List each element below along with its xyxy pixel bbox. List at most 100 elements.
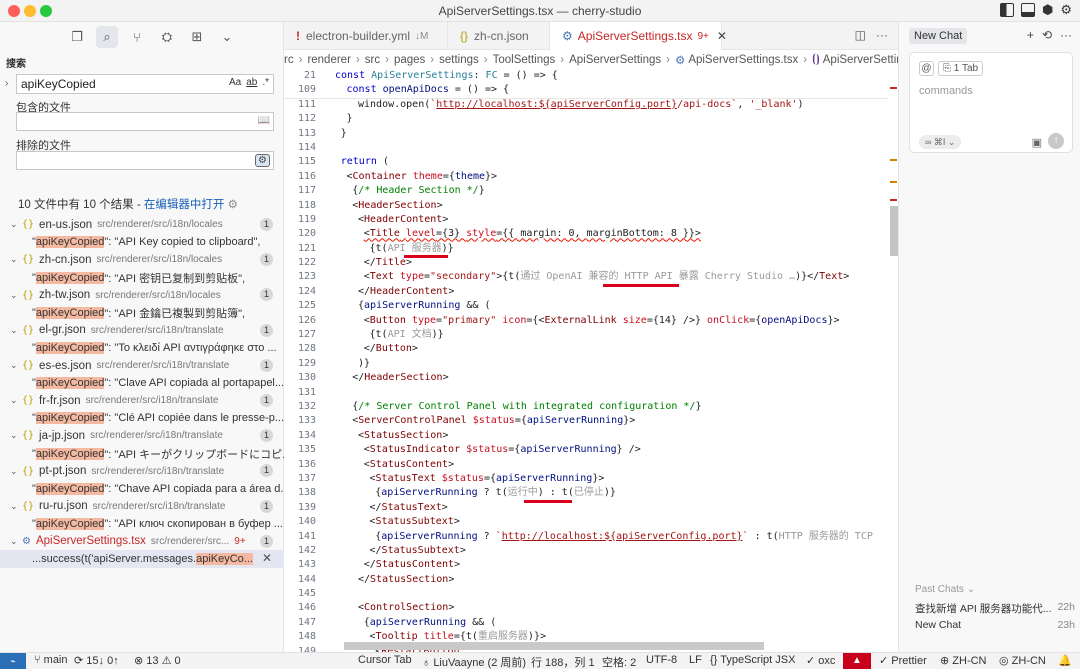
result-match-row[interactable]: " apiKeyCopied ": "API 密钥已复制到剪贴板", bbox=[0, 269, 284, 287]
code-line[interactable]: 146 <ControlSection> bbox=[284, 601, 888, 615]
toggle-panel-icon[interactable] bbox=[1020, 3, 1035, 17]
code-line[interactable]: 141 {apiServerRunning ? `http://localhost… bbox=[284, 530, 888, 544]
open-in-editor-link[interactable]: 在编辑器中打开 bbox=[144, 199, 225, 211]
notifications-bell-icon[interactable]: 🔔 bbox=[1058, 654, 1072, 667]
language-mode[interactable]: {} TypeScript JSX bbox=[710, 654, 795, 666]
code-line[interactable]: 122 </Title> bbox=[284, 256, 888, 270]
debug-icon[interactable]: ⛭ bbox=[156, 26, 178, 48]
explorer-icon[interactable]: ❐ bbox=[66, 26, 88, 48]
problems-status[interactable]: ⊗ 13 ⚠ 0 bbox=[134, 654, 181, 667]
code-line[interactable]: 119 <HeaderContent> bbox=[284, 213, 888, 227]
context-tab-chip[interactable]: ⎘ 1 Tab bbox=[938, 61, 984, 76]
result-match-row[interactable]: " apiKeyCopied ": "Clé API copiée dans le … bbox=[0, 410, 284, 428]
toggle-replace-chevron-icon[interactable]: › bbox=[5, 78, 8, 89]
locale-status-2[interactable]: ◎ ZH-CN bbox=[999, 654, 1046, 667]
summary-settings-icon[interactable]: ⚙ bbox=[228, 199, 238, 211]
code-line[interactable]: 136 <StatusContent> bbox=[284, 458, 888, 472]
settings-gear-icon[interactable]: ⚙ bbox=[1060, 3, 1072, 17]
breadcrumb-segment[interactable]: ApiServerSettings bbox=[823, 54, 898, 66]
code-line[interactable]: 111 window.open(`http://localhost:${apiSe… bbox=[284, 98, 888, 112]
code-line[interactable]: 142 </StatusSubtext> bbox=[284, 544, 888, 558]
chevron-down-icon[interactable]: ⌄ bbox=[10, 325, 22, 336]
breadcrumb-segment[interactable]: ApiServerSettings bbox=[569, 54, 661, 66]
code-line[interactable]: 137 <StatusText $status={apiServerRunning… bbox=[284, 472, 888, 486]
prettier-status[interactable]: ✓ Prettier bbox=[879, 654, 927, 667]
history-icon[interactable]: ⟲ bbox=[1042, 28, 1052, 42]
result-file-row[interactable]: ⌄{} en-us.json src/renderer/src/i18n/local… bbox=[0, 216, 284, 234]
code-line[interactable]: 129)} bbox=[284, 357, 888, 371]
search-icon[interactable]: ⌕ bbox=[96, 26, 118, 48]
code-line[interactable]: 118 <HeaderSection> bbox=[284, 199, 888, 213]
result-match-row[interactable]: " apiKeyCopied ": "API Key copied to clipb… bbox=[0, 234, 284, 252]
source-control-icon[interactable]: ⑂ bbox=[126, 26, 148, 48]
vertical-scrollbar-thumb[interactable] bbox=[890, 206, 898, 256]
breadcrumb-segment[interactable]: src bbox=[365, 54, 380, 66]
code-line[interactable]: 133 <ServerControlPanel $status={apiServe… bbox=[284, 414, 888, 428]
code-line[interactable]: 121 {t(API 服务器)} bbox=[284, 242, 888, 256]
indentation-status[interactable]: 空格: 2 bbox=[602, 654, 636, 669]
open-editors-only-icon[interactable]: 📖 bbox=[258, 115, 270, 126]
code-line[interactable]: 128 </Button> bbox=[284, 342, 888, 356]
code-line[interactable]: 113} bbox=[284, 127, 888, 141]
code-line[interactable]: 21 const ApiServerSettings: FC = () => { bbox=[284, 69, 888, 84]
new-chat-plus-icon[interactable]: + bbox=[1027, 28, 1034, 42]
chevron-down-icon[interactable]: ⌄ bbox=[10, 219, 22, 230]
breadcrumb-segment[interactable]: renderer bbox=[307, 54, 350, 66]
code-line[interactable]: 134 <StatusSection> bbox=[284, 429, 888, 443]
attach-image-icon[interactable]: ▣ bbox=[1032, 136, 1042, 149]
breadcrumb-segment[interactable]: pages bbox=[394, 54, 425, 66]
code-line[interactable]: 116 <Container theme={theme}> bbox=[284, 170, 888, 184]
include-files-input[interactable]: 📖 bbox=[16, 112, 274, 131]
past-chat-item[interactable]: 查找新增 API 服务器功能代... 22h bbox=[915, 601, 1075, 616]
send-button[interactable]: ↑ bbox=[1048, 133, 1064, 149]
breadcrumb-segment[interactable]: ToolSettings bbox=[493, 54, 556, 66]
tab-api-server-settings[interactable]: ⚙ ApiServerSettings.tsx 9+ ✕ bbox=[550, 22, 727, 50]
code-line[interactable]: 131 bbox=[284, 386, 888, 400]
result-file-row[interactable]: ⌄{} es-es.json src/renderer/src/i18n/trans… bbox=[0, 357, 284, 375]
result-match-row[interactable]: " apiKeyCopied ": "Chave API copiada para … bbox=[0, 480, 284, 498]
remote-indicator-icon[interactable]: ⌁ bbox=[0, 653, 26, 669]
result-match-row[interactable]: " apiKeyCopied ": "API キーがクリップボードにコピ... bbox=[0, 445, 284, 463]
chevron-down-icon[interactable]: ⌄ bbox=[10, 395, 22, 406]
result-file-row[interactable]: ⌄ ⚙ ApiServerSettings.tsx src/renderer/src.… bbox=[0, 533, 284, 551]
code-line[interactable]: 124 </HeaderContent> bbox=[284, 285, 888, 299]
branch-status[interactable]: ⑂ main bbox=[34, 654, 68, 666]
match-case-toggle[interactable]: Aa bbox=[229, 77, 241, 88]
chevron-down-icon[interactable]: ⌄ bbox=[10, 290, 22, 301]
code-line[interactable]: 117 {/* Header Section */} bbox=[284, 184, 888, 198]
result-match-row[interactable]: " apiKeyCopied ": "Το κλειδί API αντιγράφη… bbox=[0, 339, 284, 357]
chevron-down-icon[interactable]: ⌄ bbox=[10, 254, 22, 265]
code-line[interactable]: 126 <Button type="primary" icon={<Externa… bbox=[284, 314, 888, 328]
extensions-icon[interactable]: ⬢ bbox=[1042, 3, 1053, 17]
code-line[interactable]: 144 </StatusSection> bbox=[284, 573, 888, 587]
code-line[interactable]: 109 const openApiDocs = () => { bbox=[284, 83, 888, 98]
breadcrumb-segment[interactable]: ApiServerSettings.tsx bbox=[688, 54, 798, 66]
exclude-files-input[interactable]: ⚙ bbox=[16, 151, 274, 170]
git-blame-status[interactable]: ♁ LiuVaayne (2 周前) bbox=[422, 654, 526, 669]
code-line[interactable]: 143 </StatusContent> bbox=[284, 558, 888, 572]
use-exclude-settings-icon[interactable]: ⚙ bbox=[255, 154, 270, 167]
search-input[interactable]: apiKeyCopied Aa ab .* bbox=[16, 74, 274, 94]
code-line[interactable]: 140 <StatusSubtext> bbox=[284, 515, 888, 529]
code-line[interactable]: 147 {apiServerRunning && ( bbox=[284, 616, 888, 630]
split-editor-icon[interactable]: ◫ bbox=[855, 28, 866, 42]
code-line[interactable]: 130 </HeaderSection> bbox=[284, 371, 888, 385]
extensions-grid-icon[interactable]: ⊞ bbox=[186, 26, 208, 48]
agent-mode-selector[interactable]: ∞ ⌘I ⌄ bbox=[919, 135, 962, 149]
close-tab-icon[interactable]: ✕ bbox=[717, 29, 727, 43]
chevron-down-icon[interactable]: ⌄ bbox=[10, 501, 22, 512]
result-match-row[interactable]: " apiKeyCopied ": "API 金鑰已複製到剪貼簿", bbox=[0, 304, 284, 322]
locale-status[interactable]: ⊕ ZH-CN bbox=[940, 654, 987, 667]
vertical-scrollbar[interactable] bbox=[888, 69, 898, 652]
cursor-tab-status[interactable]: Cursor Tab bbox=[358, 654, 412, 666]
code-line[interactable]: 120 <Title level={3} style={{ margin: 0, … bbox=[284, 227, 888, 241]
code-line[interactable]: 123 <Text type="secondary">{t(通过 OpenAI 兼… bbox=[284, 270, 888, 284]
chat-more-icon[interactable]: ··· bbox=[1060, 28, 1072, 42]
code-line[interactable]: 139 </StatusText> bbox=[284, 501, 888, 515]
chat-tab-new[interactable]: New Chat bbox=[909, 28, 968, 44]
chevron-down-icon[interactable]: ⌄ bbox=[10, 466, 22, 477]
code-line[interactable]: 112} bbox=[284, 112, 888, 126]
dismiss-result-icon[interactable]: ✕ bbox=[262, 551, 272, 565]
code-line[interactable]: 127 {t(API 文档)} bbox=[284, 328, 888, 342]
breadcrumb-segment[interactable]: settings bbox=[439, 54, 479, 66]
